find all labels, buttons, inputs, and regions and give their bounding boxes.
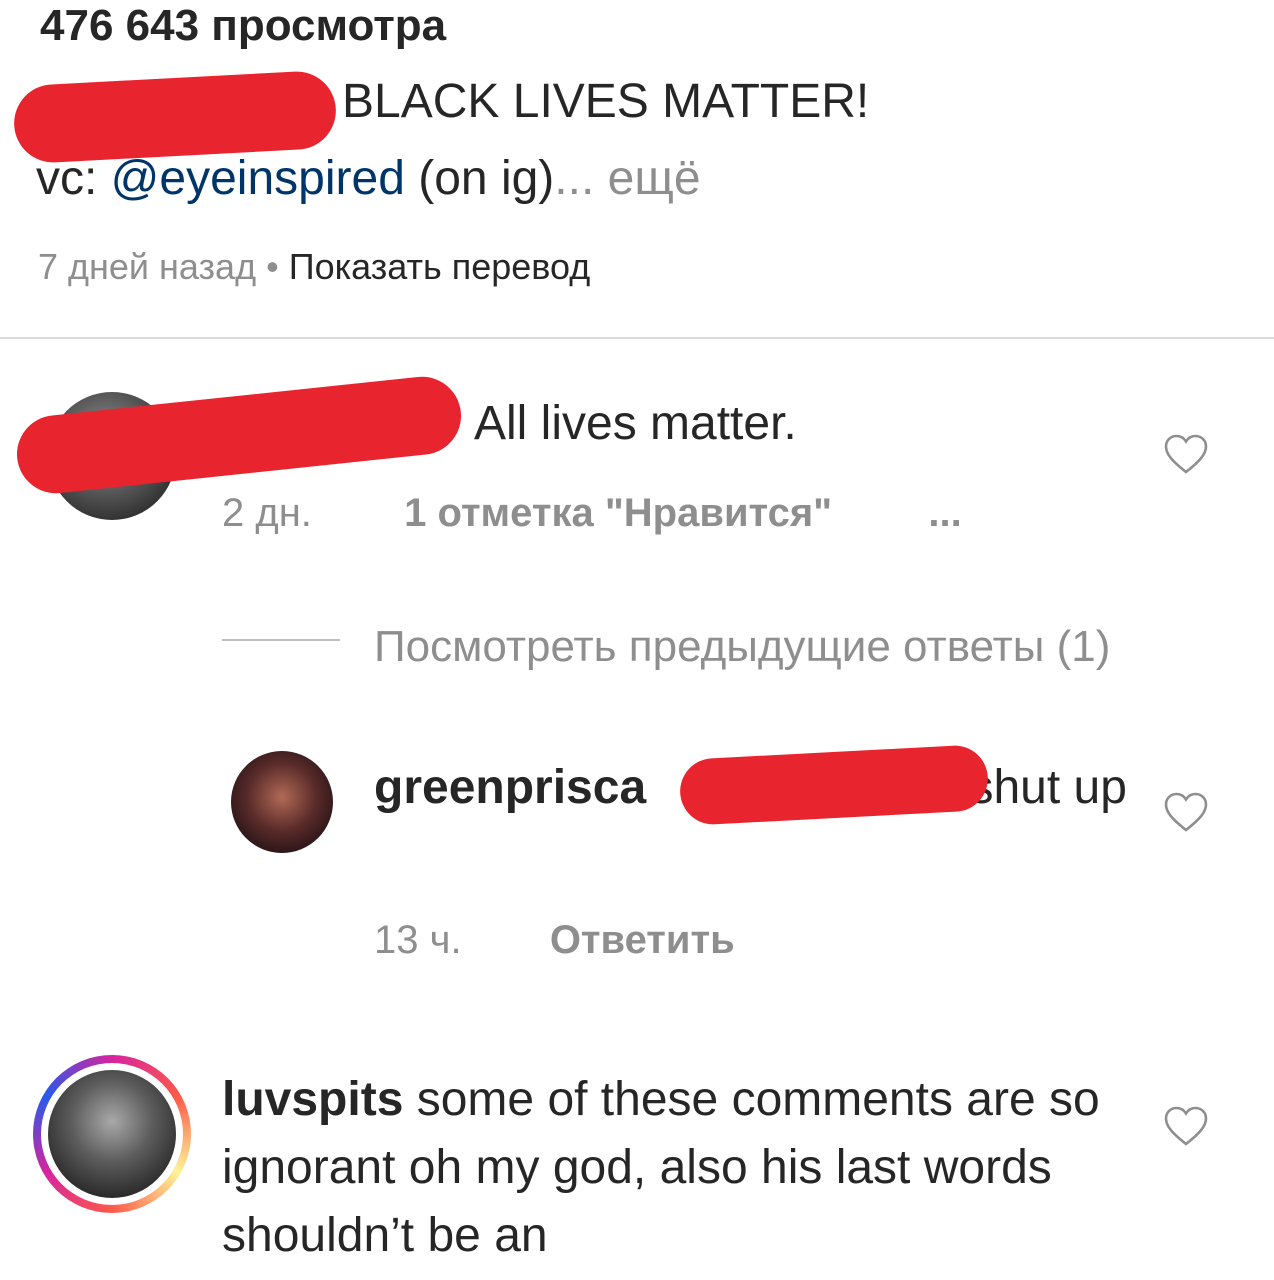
comment-likes-link[interactable]: 1 отметка "Нравится" (404, 491, 832, 535)
reply-button[interactable]: Ответить (550, 918, 735, 962)
comment-username[interactable]: luvspits (222, 1073, 403, 1126)
comment-text: All lives matter. (474, 397, 797, 450)
reply-meta: 13 ч. Ответить (374, 912, 735, 968)
meta-separator: • (256, 246, 289, 287)
caption-suffix: (on ig) (404, 152, 555, 205)
section-divider (0, 337, 1274, 339)
caption-mention-link[interactable]: @eyeinspired (111, 152, 405, 205)
caption-vc-prefix: vc: (36, 152, 111, 205)
view-previous-replies-link[interactable]: Посмотреть предыдущие ответы (1) (374, 619, 1110, 675)
heart-icon[interactable] (1162, 431, 1210, 479)
avatar[interactable] (231, 751, 333, 853)
replies-divider-line (222, 639, 340, 641)
comment-username[interactable]: greenprisca (374, 761, 646, 814)
view-count: 476 643 просмотра (40, 1, 447, 50)
heart-icon[interactable] (1162, 1103, 1210, 1151)
redaction-mark-comment-1 (13, 372, 465, 498)
caption-line-2: vc: @eyeinspired (on ig)... ещё (36, 148, 701, 210)
post-time: 7 дней назад (38, 246, 257, 287)
show-translation-link[interactable]: Показать перевод (289, 246, 591, 287)
post-meta: 7 дней назад • Показать перевод (38, 242, 590, 292)
comment: luvspits some of these comments are so i… (222, 1066, 1142, 1270)
avatar[interactable] (48, 1070, 176, 1198)
comment-time: 13 ч. (374, 918, 462, 962)
comment-options-button[interactable]: ... (928, 491, 961, 535)
comment-meta: 2 дн. 1 отметка "Нравится" ... (222, 485, 962, 541)
caption-more-link[interactable]: ... ещё (554, 152, 700, 205)
caption-text: BLACK LIVES MATTER! (342, 75, 870, 128)
comment-time: 2 дн. (222, 491, 312, 535)
heart-icon[interactable] (1162, 789, 1210, 837)
